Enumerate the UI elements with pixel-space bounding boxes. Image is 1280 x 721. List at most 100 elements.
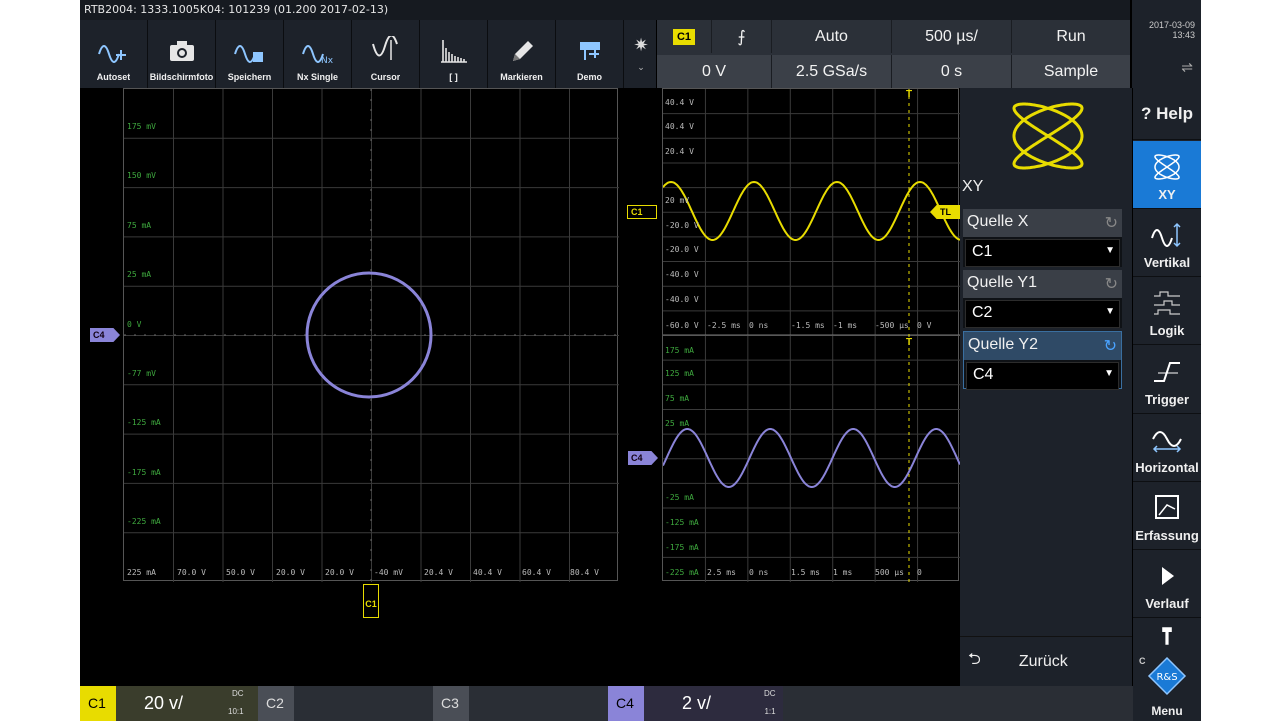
menu-horizontal[interactable]: Horizontal xyxy=(1133,414,1201,482)
timebase[interactable]: 500 µs/ xyxy=(892,20,1012,53)
reset-icon[interactable]: ↻ xyxy=(1105,274,1118,294)
xy-x-label: 225 mA xyxy=(127,568,156,577)
channel-c2[interactable]: C2 xyxy=(258,686,433,721)
help-button[interactable]: ? Help xyxy=(1133,88,1201,140)
nx-single-button[interactable]: Nx Nx Single xyxy=(284,20,352,88)
source-y2-heading: Quelle Y2 ↻ xyxy=(964,332,1121,360)
demo-icon xyxy=(579,42,600,60)
pencil-icon xyxy=(512,41,533,61)
xy-lissajous-icon xyxy=(1012,102,1084,170)
source-y2-select[interactable]: C4 ▼ xyxy=(966,362,1119,390)
xy-x-label: 20.0 V xyxy=(325,568,354,577)
measure-button[interactable]: [ ] xyxy=(420,20,488,88)
save-button[interactable]: Speichern xyxy=(216,20,284,88)
yt-time-label: -2.5 ms xyxy=(707,321,741,330)
channel-c1[interactable]: C1 20 v/ DC 10:1 xyxy=(80,686,258,721)
yt-grid xyxy=(663,89,960,582)
xy-plot[interactable]: 175 mV 150 mV 75 mA 25 mA 0 V -77 mV -12… xyxy=(123,88,619,582)
xy-y-label: 175 mV xyxy=(127,122,156,131)
channel-c1-tag: C1 xyxy=(80,686,116,721)
save-waveform-icon xyxy=(233,45,263,63)
yt-lower-y-label: -25 mA xyxy=(665,493,694,502)
yt-lower-y-label: 25 mA xyxy=(665,419,690,428)
yt-time-label: 0 ns xyxy=(749,568,769,577)
channel-c3-tag: C3 xyxy=(433,686,469,721)
yt-upper-y-label: -20.0 V xyxy=(665,245,699,254)
autoset-icon xyxy=(97,45,126,63)
source-x-select[interactable]: C1 ▼ xyxy=(965,239,1120,267)
channel-c2-tag: C2 xyxy=(258,686,294,721)
channel-c4-coupling: DC 1:1 xyxy=(764,689,776,716)
yt-upper-y-label: 40.4 V xyxy=(665,98,694,107)
probe-icon xyxy=(1162,627,1172,645)
yt-upper-y-label: -20.0 V xyxy=(665,221,699,230)
yt-time-label: 1 ms xyxy=(833,568,853,577)
trigger-source-cell[interactable]: C1 xyxy=(657,20,712,53)
menu-logic[interactable]: Logik xyxy=(1133,277,1201,345)
xy-x-label: 20.0 V xyxy=(276,568,305,577)
trigger-icon xyxy=(1154,362,1180,382)
trigger-position-marker[interactable]: T xyxy=(906,337,912,348)
menu-trigger[interactable]: Trigger xyxy=(1133,346,1201,414)
settings-button[interactable]: ✷ ⌄ xyxy=(626,20,656,88)
c1-waveform xyxy=(663,180,960,241)
yt-upper-y-label: -40.0 V xyxy=(665,295,699,304)
yt-lower-y-label: -175 mA xyxy=(665,543,699,552)
demo-label: Demo xyxy=(576,72,602,82)
sample-rate[interactable]: 2.5 GSa/s xyxy=(772,55,892,88)
vertical-icon xyxy=(1151,222,1181,248)
channel-c4[interactable]: C4 2 v/ DC 1:1 xyxy=(608,686,783,721)
screenshot-button[interactable]: Bildschirmfoto xyxy=(148,20,216,88)
back-button[interactable]: ⮌ Zurück xyxy=(960,636,1132,686)
channel-c3[interactable]: C3 xyxy=(433,686,608,721)
acquisition-mode[interactable]: Sample xyxy=(1012,55,1130,88)
menu-partial[interactable]: C xyxy=(1133,618,1201,666)
xy-c4-offset-marker[interactable]: C4 xyxy=(90,328,120,342)
menu-button-label[interactable]: Menu xyxy=(1133,704,1201,718)
mark-label: Markieren xyxy=(500,72,543,82)
usb-icon: ⇌ xyxy=(1181,59,1193,75)
xy-grid xyxy=(124,89,619,582)
trigger-slope-cell[interactable]: ⨍ xyxy=(712,20,772,53)
run-state[interactable]: Run xyxy=(1012,20,1130,53)
rs-logo-icon: R&S xyxy=(1147,656,1187,696)
demo-button[interactable]: Demo xyxy=(556,20,624,88)
reset-icon[interactable]: ↻ xyxy=(1105,213,1118,233)
source-y1-select[interactable]: C2 ▼ xyxy=(965,300,1120,328)
yt-lower-y-label: 175 mA xyxy=(665,346,694,355)
trigger-position-marker[interactable]: T xyxy=(906,89,912,100)
xy-y-label: -175 mA xyxy=(127,468,161,477)
time-offset[interactable]: 0 s xyxy=(892,55,1012,88)
yt-time-label: 500 µs xyxy=(875,568,904,577)
xy-x-label: 80.4 V xyxy=(570,568,599,577)
chevron-down-icon: ▼ xyxy=(1104,368,1114,379)
mark-button[interactable]: Markieren xyxy=(488,20,556,88)
menu-history-label: Verlauf xyxy=(1145,596,1189,611)
reset-icon[interactable]: ↻ xyxy=(1104,336,1117,356)
menu-horizontal-label: Horizontal xyxy=(1135,460,1199,475)
acquisition-icon xyxy=(1155,495,1179,519)
menu-vertical-label: Vertikal xyxy=(1143,255,1191,270)
menu-vertical[interactable]: Vertikal xyxy=(1133,209,1201,277)
xy-c1-offset-marker[interactable]: C1 xyxy=(363,584,379,618)
yt-upper-y-label: 20.4 V xyxy=(665,147,694,156)
xy-y-label: -77 mV xyxy=(127,369,156,378)
brand-logo[interactable]: R&S xyxy=(1147,656,1187,696)
menu-xy[interactable]: XY xyxy=(1133,141,1201,209)
help-label: ? Help xyxy=(1141,103,1193,123)
xy-y-label: 75 mA xyxy=(127,221,152,230)
menu-history[interactable]: Verlauf xyxy=(1133,550,1201,618)
menu-partial-label: C xyxy=(1139,656,1146,666)
yt-time-label: 1.5 ms xyxy=(791,568,820,577)
menu-logic-label: Logik xyxy=(1149,323,1185,338)
cursor-button[interactable]: Cursor xyxy=(352,20,420,88)
autoset-button[interactable]: Autoset xyxy=(80,20,148,88)
menu-acquisition[interactable]: Erfassung xyxy=(1133,482,1201,550)
trigger-mode[interactable]: Auto xyxy=(772,20,892,53)
yt-time-label: 0 V xyxy=(917,321,932,330)
yt-c1-offset-marker[interactable]: C1 xyxy=(627,205,657,219)
xy-y-label: 25 mA xyxy=(127,270,152,279)
yt-c4-offset-marker[interactable]: C4 xyxy=(628,451,658,465)
trigger-level[interactable]: 0 V xyxy=(657,55,772,88)
yt-plot[interactable]: 40.4 V 40.4 V 20.4 V 20 mV -20.0 V -20.0… xyxy=(662,88,960,582)
